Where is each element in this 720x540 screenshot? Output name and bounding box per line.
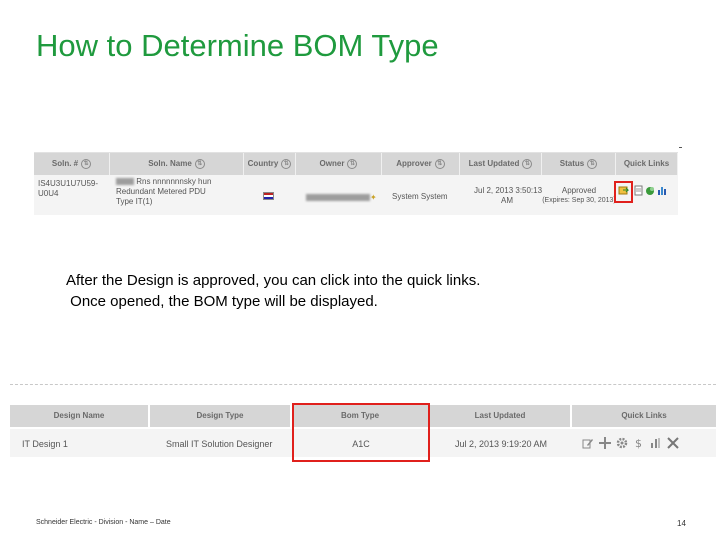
header-owner[interactable]: Owner ⇅: [296, 153, 382, 175]
header-design-name: Design Name: [10, 405, 150, 427]
header-last-updated: Last Updated: [430, 405, 572, 427]
header-quick-links: Quick Links: [616, 153, 678, 175]
cell-last-updated: Jul 2, 2013 3:50:13 AM: [474, 186, 543, 205]
redacted-text: [116, 178, 134, 186]
star-icon: ✦: [370, 193, 377, 202]
highlight-quick-link: [614, 181, 633, 203]
header-country[interactable]: Country ⇅: [244, 153, 296, 175]
highlight-bom-type: [292, 403, 430, 462]
sort-icon[interactable]: ⇅: [587, 158, 598, 169]
instruction-text: After the Design is approved, you can cl…: [66, 272, 481, 310]
move-icon[interactable]: [599, 437, 611, 449]
dollar-icon[interactable]: $: [633, 437, 645, 449]
slide-footer: Schneider Electric - Division - Name – D…: [36, 519, 171, 526]
delete-icon[interactable]: [667, 437, 679, 449]
divider: [679, 147, 682, 148]
solutions-table: Soln. # ⇅ Soln. Name ⇅ Country ⇅ Owner ⇅ App…: [34, 152, 678, 215]
header-design-type: Design Type: [150, 405, 292, 427]
cell-soln-number[interactable]: IS4U3U1U7U59- U0U4: [38, 179, 98, 199]
sort-icon[interactable]: ⇅: [281, 158, 292, 169]
cell-owner: ✦: [306, 193, 377, 203]
header-quick-links: Quick Links: [621, 411, 667, 420]
gear-icon[interactable]: [616, 437, 628, 449]
header-approver[interactable]: Approver ⇅: [382, 153, 460, 175]
document-icon[interactable]: [633, 185, 644, 196]
svg-text:$: $: [635, 437, 642, 449]
sort-icon[interactable]: ⇅: [194, 158, 205, 169]
cell-design-type: Small IT Solution Designer: [166, 439, 273, 449]
cell-soln-name[interactable]: Rns nnnnnnnsky hun Redundant Metered PDU…: [116, 177, 211, 207]
header-status[interactable]: Status ⇅: [542, 153, 616, 175]
chart-icon[interactable]: [657, 185, 668, 196]
cell-design-name[interactable]: IT Design 1: [22, 439, 68, 449]
slide-title: How to Determine BOM Type: [36, 28, 439, 63]
copy-icon[interactable]: [645, 185, 656, 196]
sort-icon[interactable]: ⇅: [81, 158, 92, 169]
sort-icon[interactable]: ⇅: [522, 158, 533, 169]
header-last-updated[interactable]: Last Updated ⇅: [460, 153, 542, 175]
cell-last-updated: Jul 2, 2013 9:19:20 AM: [454, 439, 548, 449]
edit-icon[interactable]: [582, 437, 594, 449]
header-soln-number[interactable]: Soln. # ⇅: [34, 153, 110, 175]
page-number: 14: [677, 519, 686, 528]
sort-icon[interactable]: ⇅: [434, 158, 445, 169]
cell-status: Approved (Expires: Sep 30, 2013): [542, 186, 616, 204]
chart-icon[interactable]: [650, 437, 662, 449]
country-flag-icon: [263, 192, 274, 200]
cell-approver: System System: [392, 192, 448, 201]
redacted-owner: [306, 194, 370, 202]
sort-icon[interactable]: ⇅: [347, 158, 358, 169]
header-soln-name[interactable]: Soln. Name ⇅: [110, 153, 244, 175]
design-table: Design Name Design Type Bom Type Last Up…: [10, 384, 716, 462]
